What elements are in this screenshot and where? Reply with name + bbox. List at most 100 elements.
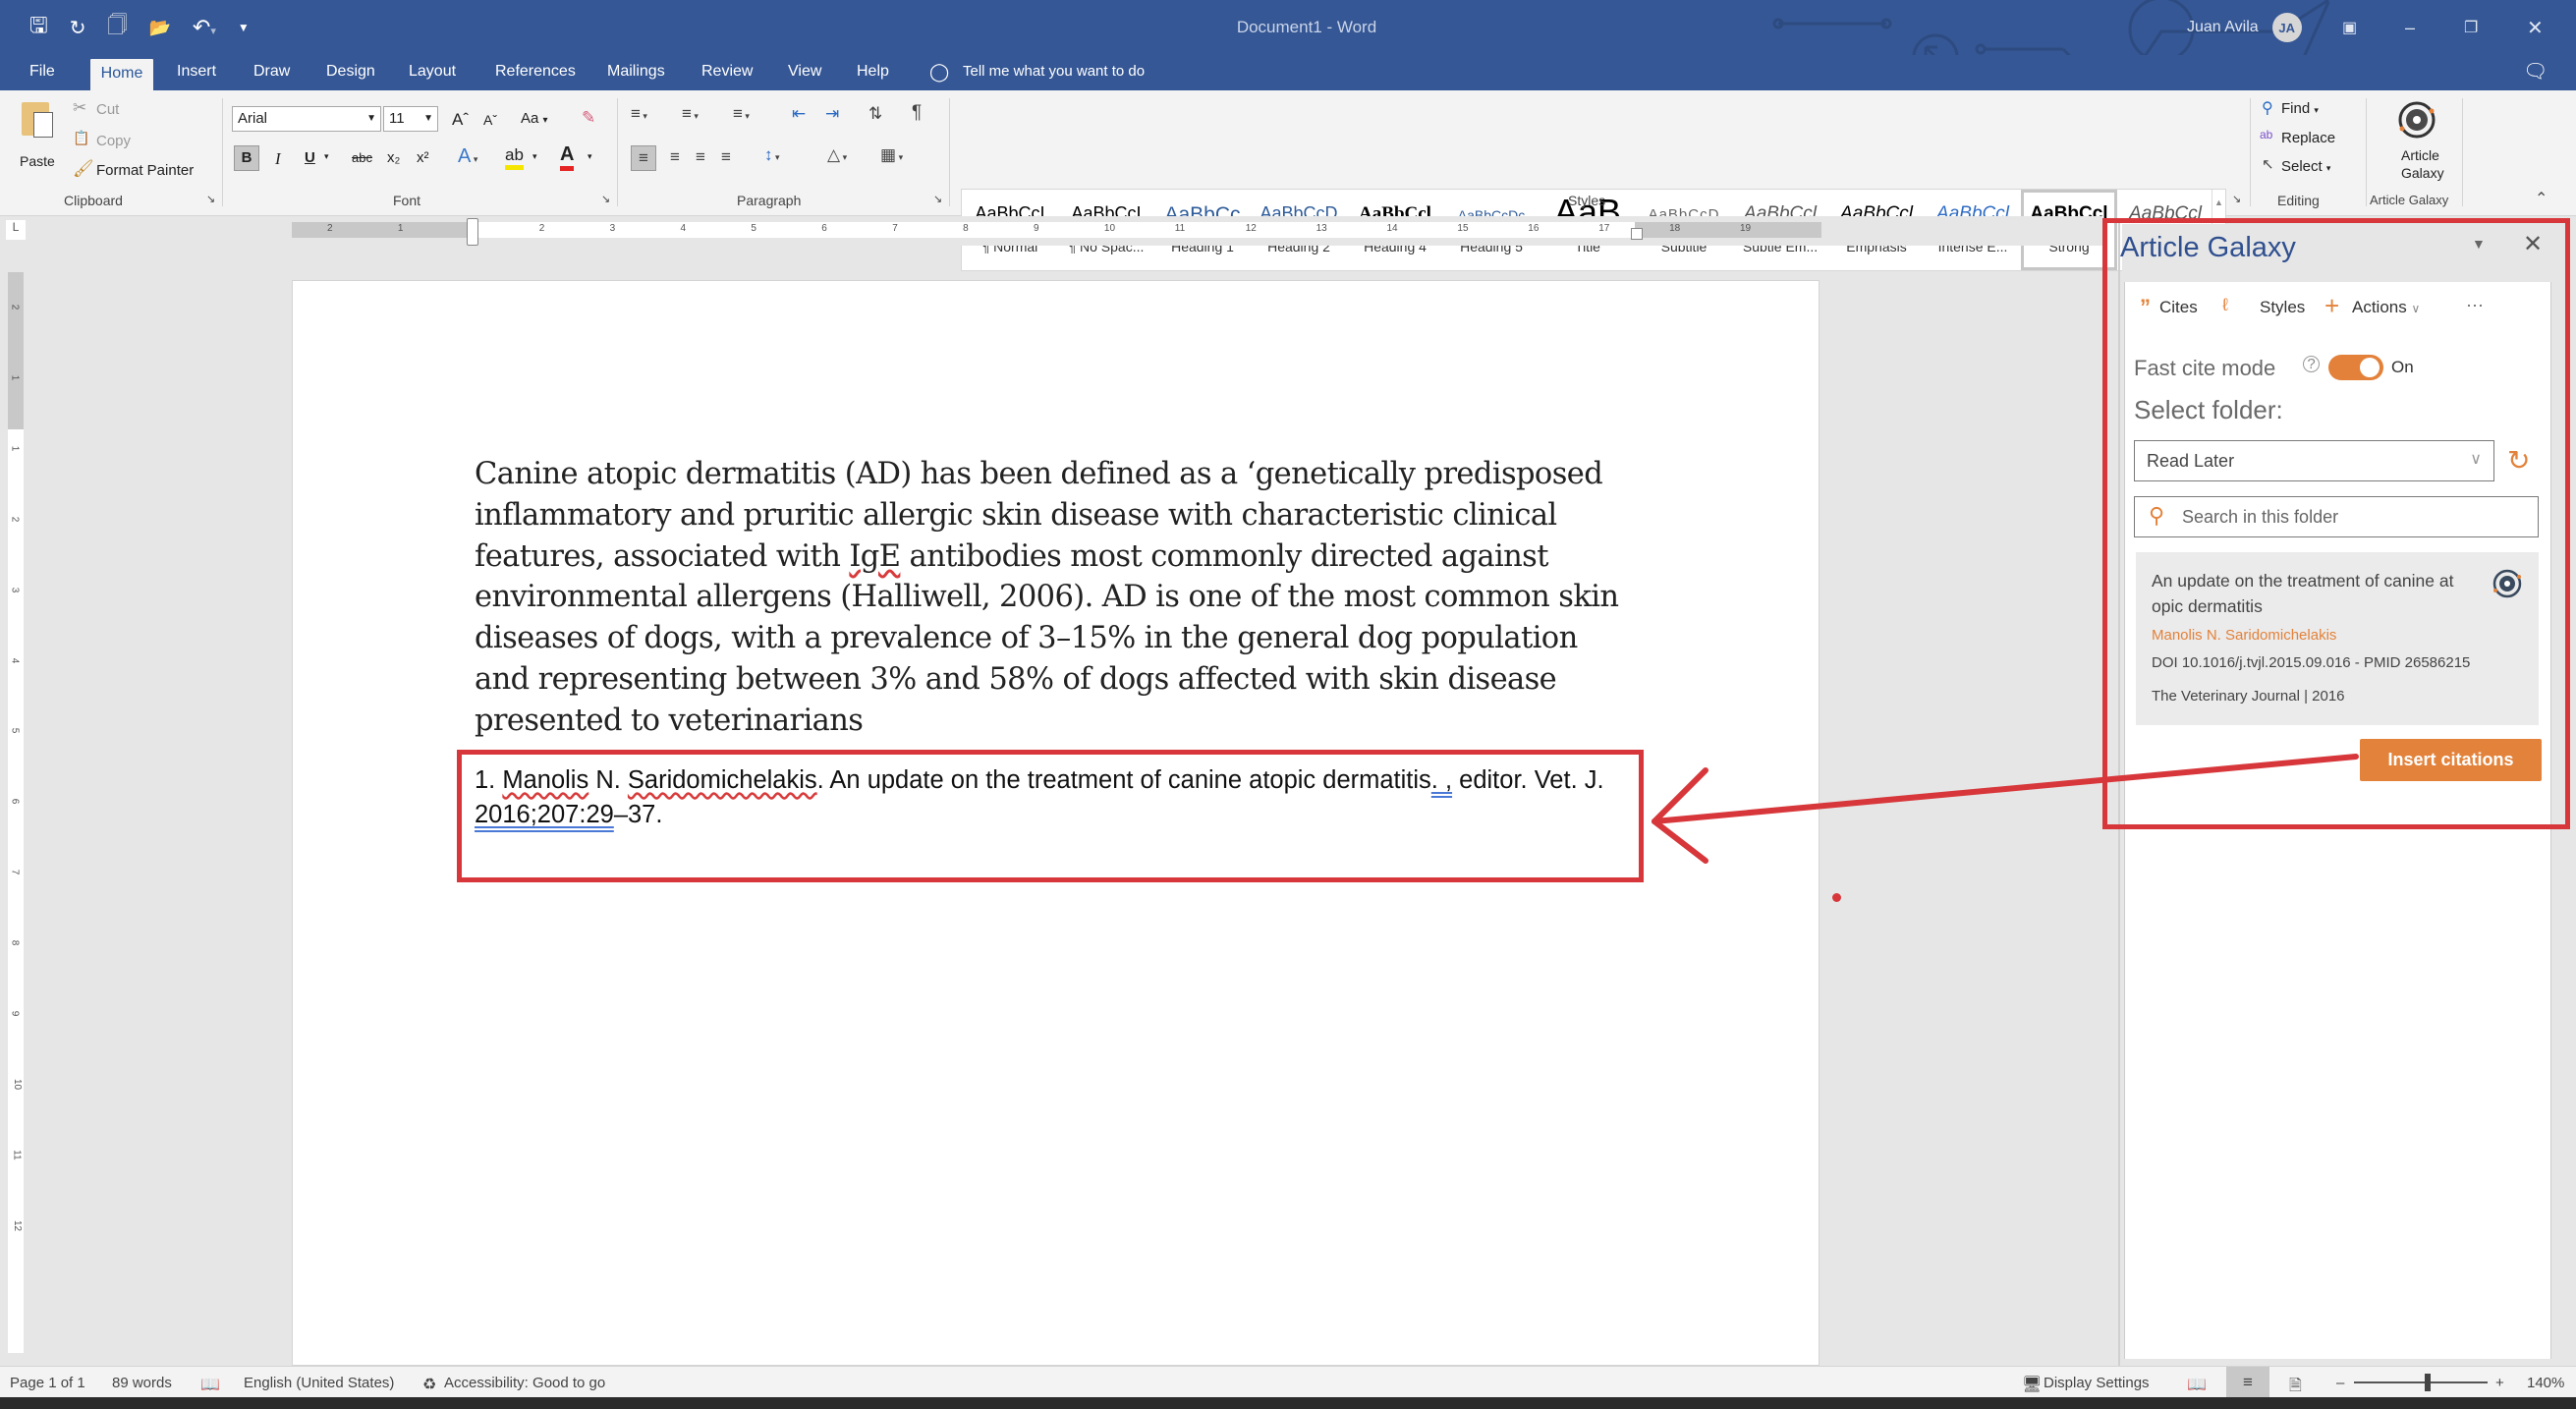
subscript-button[interactable]: x₂ [387,149,400,166]
article-galaxy-ribbon-button[interactable]: Article Galaxy [2376,96,2458,185]
customize-toolbar-icon[interactable]: ▼ [238,21,250,34]
ruler-number: 4 [680,223,687,234]
styles-launcher-icon[interactable]: ↘ [2232,193,2241,205]
align-left-button[interactable]: ≡ [631,145,656,171]
first-line-indent-marker[interactable] [467,218,478,246]
spelling-error[interactable]: IgE [849,539,901,574]
cut-icon: ✂ [73,98,87,117]
highlight-color-button[interactable]: ab [505,145,524,170]
format-painter-button[interactable]: Format Painter [96,162,194,179]
zoom-out-button[interactable]: – [2336,1375,2344,1391]
restore-button[interactable]: ❐ [2464,12,2478,43]
tab-mailings[interactable]: Mailings [601,55,671,90]
new-document-icon[interactable]: 🗍 [108,11,128,44]
zoom-level[interactable]: 140% [2527,1375,2564,1391]
clear-formatting-icon[interactable]: ✎ [582,108,595,128]
ruler-number: 9 [9,1010,21,1017]
minimize-button[interactable]: – [2405,12,2415,43]
avatar[interactable]: JA [2271,13,2302,42]
ruler-number: 3 [9,587,21,592]
text-effects-button[interactable]: A ▾ [458,145,477,168]
line-spacing-icon[interactable]: ↕ ▾ [764,145,780,165]
italic-button[interactable]: I [275,149,281,169]
ruler-number: 1 [9,445,21,452]
find-button[interactable]: Find ▾ [2281,100,2319,117]
bold-button[interactable]: B [234,145,259,171]
clipboard-launcher-icon[interactable]: ↘ [206,193,215,205]
print-layout-button[interactable]: ≡ [2226,1367,2269,1397]
select-button[interactable]: Select ▾ [2281,158,2330,175]
font-color-button[interactable]: A [560,143,575,171]
separator [2250,98,2251,206]
tab-insert[interactable]: Insert [171,55,222,90]
borders-icon[interactable]: ▦ ▾ [880,145,903,165]
save-icon[interactable]: 🖫 [29,9,48,46]
zoom-slider[interactable] [2354,1374,2488,1391]
ribbon-display-options-icon[interactable]: ▣ [2342,12,2357,43]
sort-icon[interactable]: ⇅ [868,104,882,124]
superscript-button[interactable]: x² [417,149,429,166]
read-mode-icon[interactable]: 📖 [2187,1375,2207,1394]
tab-file[interactable]: File [24,55,61,90]
tab-draw[interactable]: Draw [248,55,296,90]
strikethrough-button[interactable]: abc [352,150,372,165]
tab-view[interactable]: View [782,55,827,90]
separator [949,98,950,206]
collapse-ribbon-icon[interactable]: ⌃ [2535,189,2548,208]
right-indent-marker[interactable] [1631,228,1643,240]
language[interactable]: English (United States) [244,1375,394,1391]
font-size-dropdown[interactable]: 11 ▼ [383,106,438,132]
bullets-icon[interactable]: ≡ ▾ [631,104,647,124]
increase-indent-icon[interactable]: ⇥ [825,104,839,124]
justify-button[interactable]: ≡ [721,147,731,167]
align-right-button[interactable]: ≡ [696,147,705,167]
ruler-number: 10 [12,1078,24,1090]
copy-button[interactable]: Copy [96,133,131,149]
multilevel-list-icon[interactable]: ≡ ▾ [733,104,750,124]
underline-button[interactable]: U [305,149,315,166]
accessibility-status[interactable]: Accessibility: Good to go [444,1375,605,1391]
body-paragraph[interactable]: Canine atopic dermatitis (AD) has been d… [475,454,1634,742]
ruler-number: 12 [1245,223,1257,234]
word-count[interactable]: 89 words [112,1375,172,1391]
tab-home[interactable]: Home [90,59,153,90]
open-folder-icon[interactable]: 📂 [149,18,171,38]
shading-icon[interactable]: △ ▾ [827,145,847,165]
tab-selector[interactable]: L [6,220,26,240]
undo-icon[interactable]: ↶▾ [193,15,216,40]
font-launcher-icon[interactable]: ↘ [601,193,610,205]
zoom-in-button[interactable]: + [2495,1375,2504,1391]
shrink-font-button[interactable]: Aˇ [483,112,497,128]
tab-references[interactable]: References [489,55,582,90]
zoom-slider-thumb[interactable] [2424,1374,2431,1391]
show-formatting-icon[interactable]: ¶ [912,102,922,124]
paragraph-launcher-icon[interactable]: ↘ [933,193,942,205]
autosave-icon[interactable]: ↻ [70,16,86,40]
decrease-indent-icon[interactable]: ⇤ [792,104,806,124]
comments-icon[interactable]: 🗨 [2517,55,2553,90]
vertical-ruler[interactable] [8,272,24,1353]
proofing-icon[interactable]: 📖 [200,1375,220,1394]
tell-me-search[interactable]: Tell me what you want to do [957,55,1150,90]
close-window-button[interactable]: ✕ [2527,12,2544,43]
separator [617,98,618,206]
display-settings-button[interactable]: Display Settings [2044,1375,2150,1391]
tab-review[interactable]: Review [696,55,758,90]
tab-help[interactable]: Help [851,55,895,90]
horizontal-ruler[interactable] [292,222,1821,238]
paste-button[interactable]: Paste [18,98,61,177]
page-count[interactable]: Page 1 of 1 [10,1375,85,1391]
grow-font-button[interactable]: Aˆ [452,110,469,130]
ruler-number: 13 [1316,223,1327,234]
select-cursor-icon: ↖ [2262,156,2274,173]
cut-button[interactable]: Cut [96,101,119,118]
font-name-dropdown[interactable]: Arial ▼ [232,106,381,132]
numbering-icon[interactable]: ≡ ▾ [682,104,699,124]
tab-design[interactable]: Design [320,55,381,90]
ruler-number: 1 [397,223,404,234]
replace-button[interactable]: Replace [2281,130,2335,146]
tab-layout[interactable]: Layout [403,55,462,90]
user-name[interactable]: Juan Avila [2187,19,2259,36]
align-center-button[interactable]: ≡ [670,147,680,167]
change-case-button[interactable]: Aa ▾ [521,110,548,127]
